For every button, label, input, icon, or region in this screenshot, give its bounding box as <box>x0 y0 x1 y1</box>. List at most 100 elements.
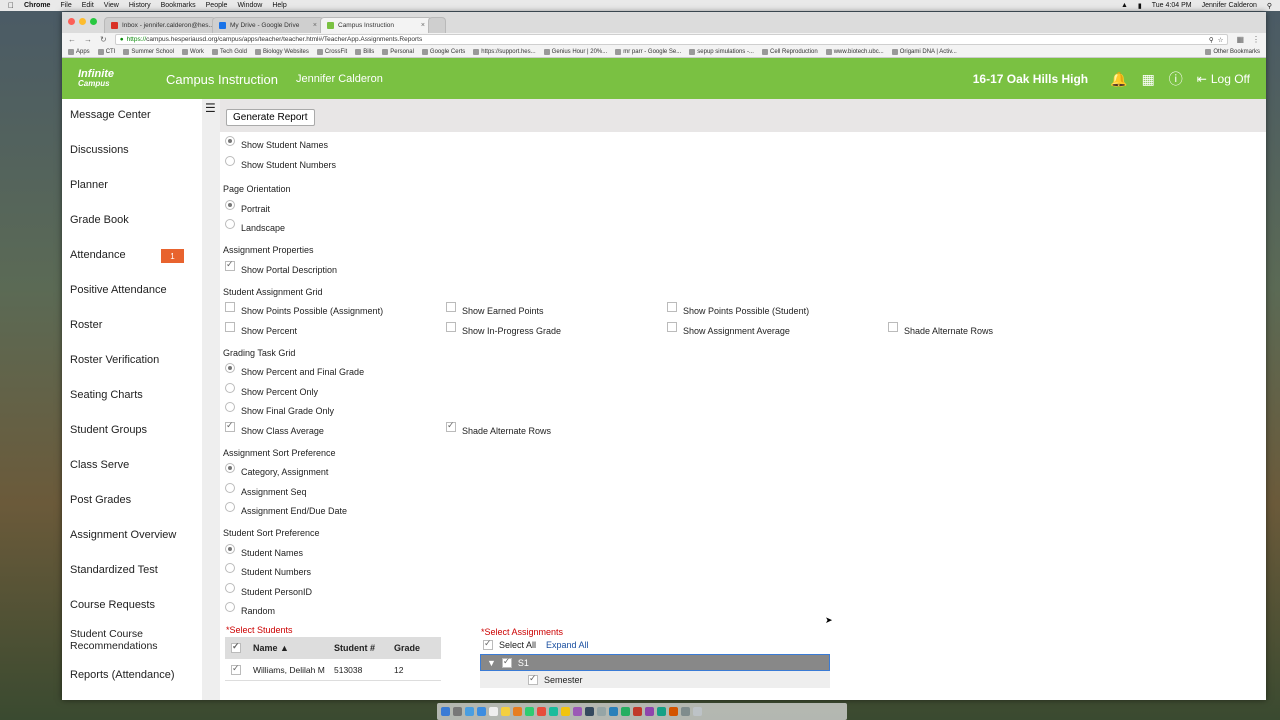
radio-landscape[interactable]: Landscape <box>225 219 285 233</box>
check-show-percent[interactable]: Show Percent <box>225 322 297 336</box>
reload-icon[interactable]: ↻ <box>100 35 107 44</box>
radio-control[interactable] <box>225 200 235 210</box>
school-year-selector[interactable]: 16-17 Oak Hills High <box>973 72 1088 86</box>
sidebar-item-standardized-test[interactable]: Standardized Test <box>70 564 200 576</box>
radio-student-personid[interactable]: Student PersonID <box>225 583 312 597</box>
grid-menu-icon[interactable]: ▦ <box>1142 71 1155 88</box>
photos-icon[interactable] <box>537 707 546 716</box>
downloads-icon[interactable] <box>681 707 690 716</box>
check-points-possible-assignment[interactable]: Show Points Possible (Assignment) <box>225 302 383 316</box>
checkbox-control[interactable] <box>667 322 677 332</box>
bookmark-biology[interactable]: Biology Websites <box>254 48 309 55</box>
sidebar-item-positive-attendance[interactable]: Positive Attendance <box>70 284 200 296</box>
radio-show-student-numbers[interactable]: Show Student Numbers <box>225 156 336 170</box>
radio-category-assignment[interactable]: Category, Assignment <box>225 463 328 477</box>
log-off-button[interactable]: ⇤ Log Off <box>1197 72 1250 86</box>
sidebar-item-class-serve[interactable]: Class Serve <box>70 459 200 471</box>
powerpoint-icon[interactable] <box>633 707 642 716</box>
bookmark-genius-hour[interactable]: Genius Hour | 20%... <box>543 48 607 55</box>
checkbox-control[interactable] <box>225 302 235 312</box>
bookmark-mr-parr[interactable]: mr parr - Google Se... <box>615 48 681 55</box>
tab-gmail[interactable]: Inbox - jennifer.calderon@hes... × <box>104 17 216 33</box>
radio-control[interactable] <box>225 363 235 373</box>
tab-campus-instruction[interactable]: Campus Instruction × <box>320 17 432 33</box>
menu-history[interactable]: History <box>129 2 151 9</box>
radio-percent-and-final-grade[interactable]: Show Percent and Final Grade <box>225 363 364 377</box>
bookmark-work[interactable]: Work <box>182 48 204 55</box>
word-icon[interactable] <box>609 707 618 716</box>
infinite-campus-logo[interactable]: Infinite Campus <box>62 69 150 89</box>
bookmark-support[interactable]: https://support.hes... <box>473 48 536 55</box>
select-all-assignments-checkbox[interactable] <box>483 638 493 650</box>
radio-control[interactable] <box>225 544 235 554</box>
facetime-icon[interactable] <box>549 707 558 716</box>
close-tab-icon[interactable]: × <box>421 22 425 29</box>
menu-app-name[interactable]: Chrome <box>24 2 50 9</box>
mail-icon[interactable] <box>477 707 486 716</box>
menu-file[interactable]: File <box>60 2 71 9</box>
bookmark-sepup[interactable]: sepup simulations -... <box>689 48 754 55</box>
radio-control[interactable] <box>225 402 235 412</box>
radio-control[interactable] <box>225 463 235 473</box>
bookmark-summer-school[interactable]: Summer School <box>123 48 174 55</box>
app-icon[interactable] <box>657 707 666 716</box>
check-in-progress-grade[interactable]: Show In-Progress Grade <box>446 322 561 336</box>
apple-icon[interactable]:  <box>8 1 14 10</box>
chrome-icon[interactable] <box>561 707 570 716</box>
menu-help[interactable]: Help <box>272 2 286 9</box>
checkbox-control[interactable] <box>667 302 677 312</box>
sidebar-item-reports-attendance[interactable]: Reports (Attendance) <box>70 669 200 681</box>
bookmark-star-icon[interactable]: ☆ <box>1218 36 1224 44</box>
chrome-menu-icon[interactable]: ⋮ <box>1252 35 1260 44</box>
checkbox-control[interactable] <box>446 302 456 312</box>
radio-control[interactable] <box>225 156 235 166</box>
bookmark-cti[interactable]: CTI <box>97 48 115 55</box>
sidebar-item-roster[interactable]: Roster <box>70 319 200 331</box>
check-shade-alternate-rows-grid[interactable]: Shade Alternate Rows <box>888 322 993 336</box>
sidebar-item-seating-charts[interactable]: Seating Charts <box>70 389 200 401</box>
radio-final-grade-only[interactable]: Show Final Grade Only <box>225 402 334 416</box>
check-show-portal-description[interactable]: Show Portal Description <box>225 259 337 275</box>
wifi-icon[interactable]: ▲ <box>1121 2 1128 9</box>
app-icon[interactable] <box>669 707 678 716</box>
sidebar-item-student-course-recommendations[interactable]: Student Course Recommendations <box>70 628 200 652</box>
radio-control[interactable] <box>225 136 235 146</box>
bookmark-apps[interactable]: Apps <box>68 48 90 55</box>
check-earned-points[interactable]: Show Earned Points <box>446 302 544 316</box>
bell-icon[interactable]: 🔔 <box>1110 71 1127 88</box>
table-row[interactable]: Williams, Delilah M 513038 12 <box>225 659 441 681</box>
bookmark-crossfit[interactable]: CrossFit <box>316 48 347 55</box>
tree-node-s1[interactable]: ▼ S1 <box>480 654 830 671</box>
launchpad-icon[interactable] <box>453 707 462 716</box>
safari-icon[interactable] <box>465 707 474 716</box>
checkbox-control[interactable] <box>446 420 456 432</box>
bookmark-biotech[interactable]: www.biotech.ubc... <box>825 48 884 55</box>
radio-percent-only[interactable]: Show Percent Only <box>225 383 318 397</box>
app-store-icon[interactable] <box>585 707 594 716</box>
minimize-window-icon[interactable] <box>79 18 86 25</box>
select-all-students-checkbox[interactable] <box>231 641 241 653</box>
sidebar-item-planner[interactable]: Planner <box>70 179 200 191</box>
back-icon[interactable]: ← <box>68 35 76 44</box>
generate-report-button[interactable]: Generate Report <box>226 109 315 126</box>
excel-icon[interactable] <box>621 707 630 716</box>
zoom-window-icon[interactable] <box>90 18 97 25</box>
radio-control[interactable] <box>225 383 235 393</box>
bookmark-google-certs[interactable]: Google Certs <box>421 48 465 55</box>
bookmark-bills[interactable]: Bills <box>355 48 374 55</box>
onenote-icon[interactable] <box>645 707 654 716</box>
menu-people[interactable]: People <box>206 2 228 9</box>
itunes-icon[interactable] <box>573 707 582 716</box>
menubar-user[interactable]: Jennifer Calderon <box>1202 2 1257 9</box>
radio-assignment-seq[interactable]: Assignment Seq <box>225 483 307 497</box>
radio-control[interactable] <box>225 602 235 612</box>
settings-icon[interactable] <box>597 707 606 716</box>
tree-node-semester[interactable]: Semester <box>480 671 830 688</box>
sidebar-item-message-center[interactable]: Message Center <box>70 109 200 121</box>
column-grade[interactable]: Grade <box>394 643 434 653</box>
extensions-icon[interactable]: ▦ <box>1236 35 1244 44</box>
close-window-icon[interactable] <box>68 18 75 25</box>
menu-edit[interactable]: Edit <box>82 2 94 9</box>
reminders-icon[interactable] <box>513 707 522 716</box>
checkbox-control[interactable] <box>225 420 235 432</box>
